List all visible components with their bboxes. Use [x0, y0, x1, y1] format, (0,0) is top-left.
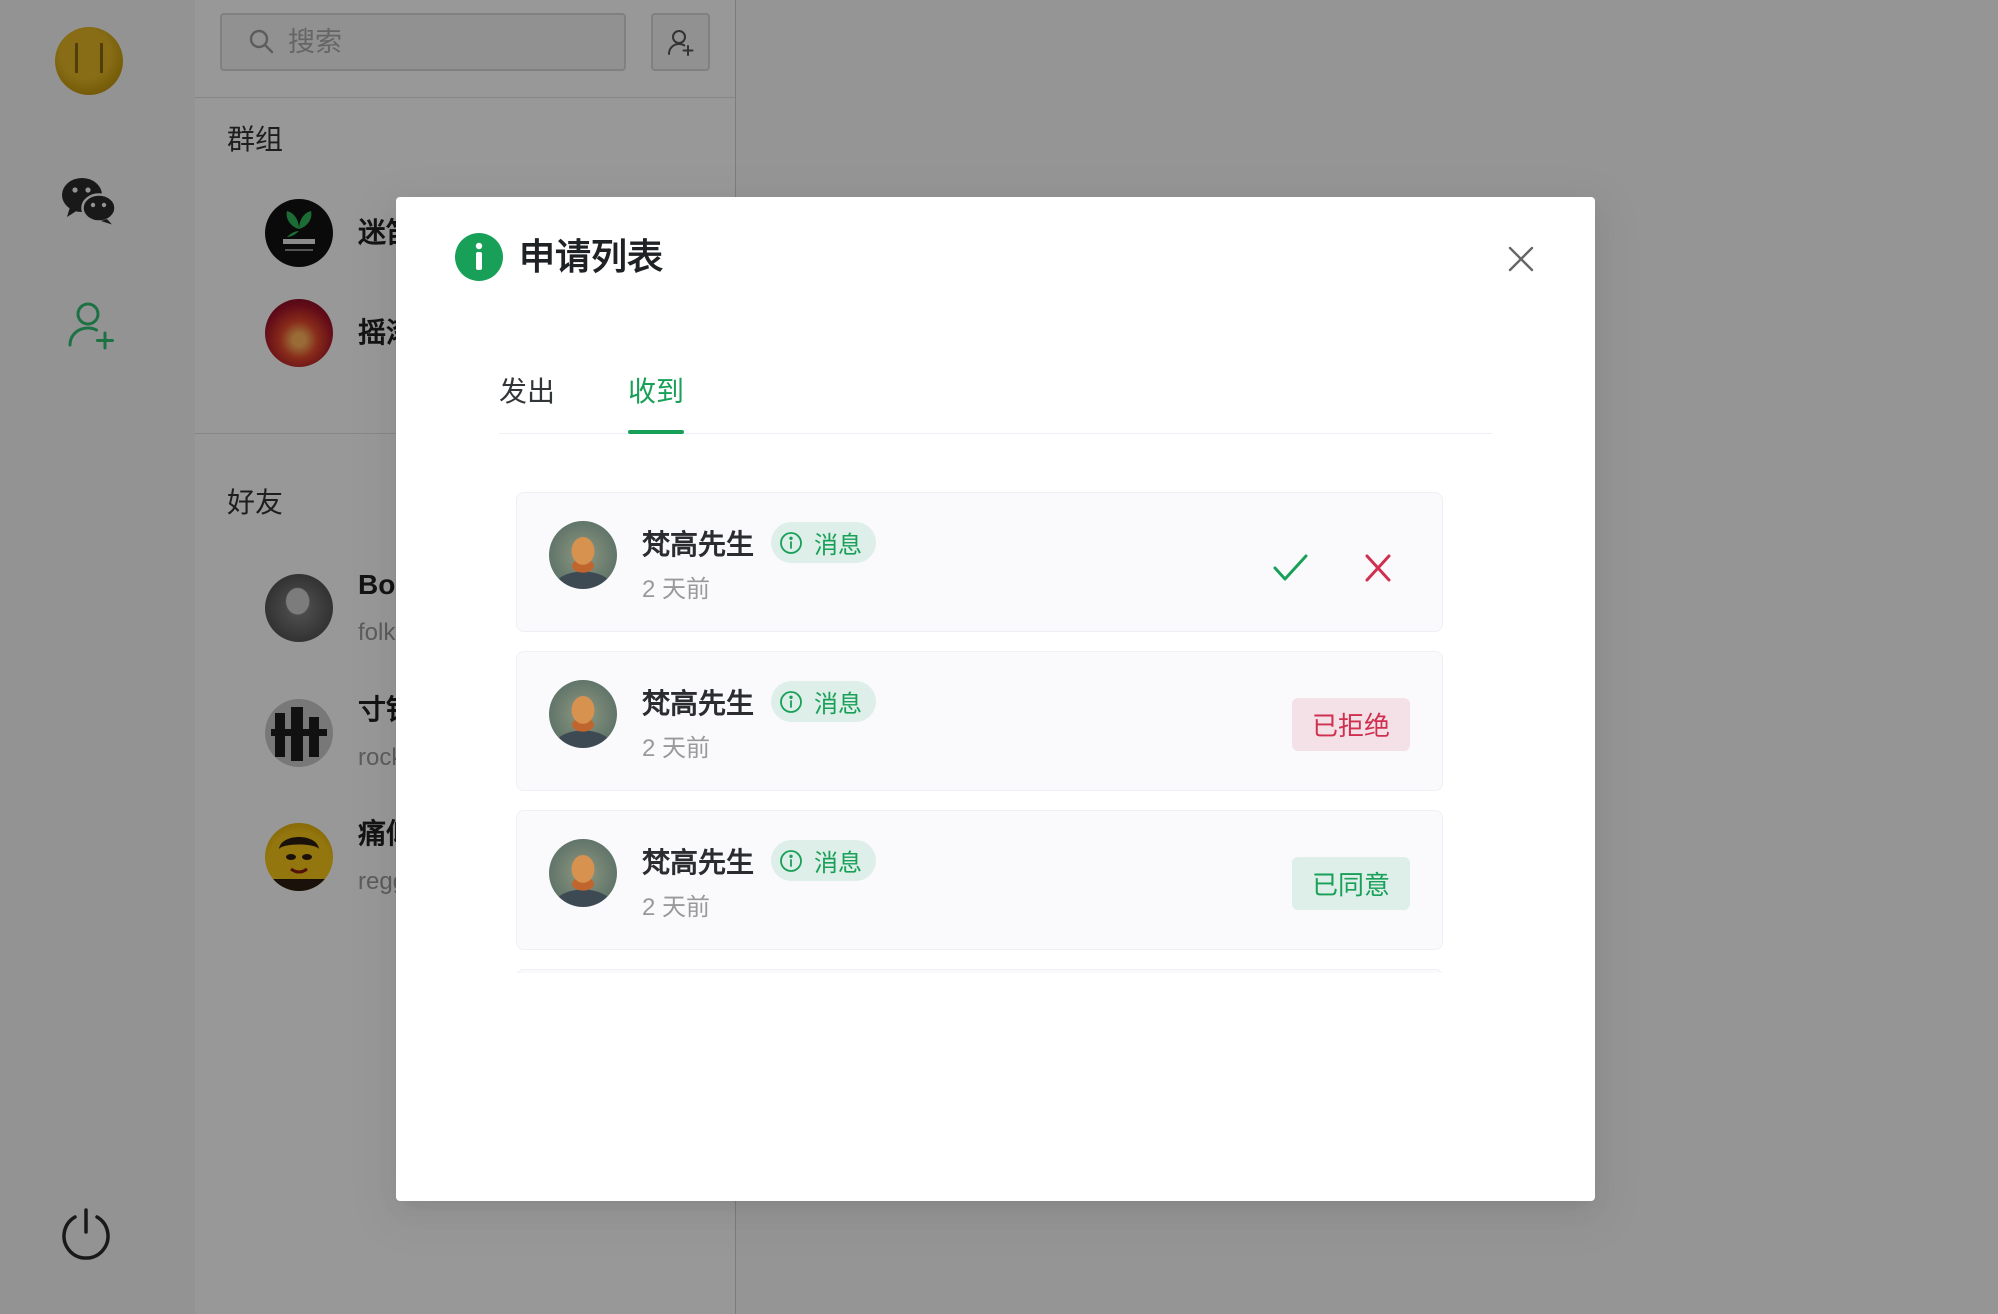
request-time: 2 天前: [642, 576, 711, 603]
info-circle-icon: [780, 849, 802, 872]
request-item: 梵高先生 消息 2 天前 已拒绝: [516, 651, 1443, 791]
requester-avatar[interactable]: [549, 521, 617, 589]
info-circle-icon: [780, 531, 802, 554]
request-list-dialog: 申请列表 发出 收到 梵高先生 消息 2 天前 梵高先生 消息 2 天前 已拒绝…: [396, 197, 1595, 1201]
request-item: 梵高先生 消息 2 天前 已同意: [516, 810, 1443, 950]
requester-avatar[interactable]: [549, 680, 617, 748]
request-item-partial: [516, 969, 1443, 973]
info-icon: [455, 233, 503, 281]
x-icon[interactable]: [1362, 552, 1394, 584]
requester-avatar[interactable]: [549, 839, 617, 907]
request-time: 2 天前: [642, 894, 711, 921]
message-badge[interactable]: 消息: [771, 840, 876, 881]
tab-received[interactable]: 收到: [628, 375, 684, 409]
active-tab-indicator: [628, 430, 684, 434]
status-tag-accepted: 已同意: [1292, 857, 1410, 910]
tab-bar: 发出 收到: [499, 355, 1492, 434]
request-list[interactable]: 梵高先生 消息 2 天前 梵高先生 消息 2 天前 已拒绝 梵高先生 消息 2 …: [516, 492, 1443, 973]
requester-name: 梵高先生: [642, 847, 755, 878]
badge-label: 消息: [814, 850, 862, 877]
message-badge[interactable]: 消息: [771, 681, 876, 722]
badge-label: 消息: [814, 691, 862, 718]
message-badge[interactable]: 消息: [771, 522, 876, 563]
requester-name: 梵高先生: [642, 529, 755, 560]
tab-sent[interactable]: 发出: [499, 375, 555, 409]
dialog-title: 申请列表: [519, 236, 664, 277]
requester-name: 梵高先生: [642, 688, 755, 719]
request-item: 梵高先生 消息 2 天前: [516, 492, 1443, 632]
check-icon[interactable]: [1270, 548, 1310, 588]
close-icon[interactable]: [1505, 243, 1537, 275]
badge-label: 消息: [814, 532, 862, 559]
status-tag-rejected: 已拒绝: [1292, 698, 1410, 751]
info-circle-icon: [780, 690, 802, 713]
app-root: 群组 迷笛 摇滚 好友 Bob folk 寸铁: [0, 0, 1998, 1314]
request-time: 2 天前: [642, 735, 711, 762]
